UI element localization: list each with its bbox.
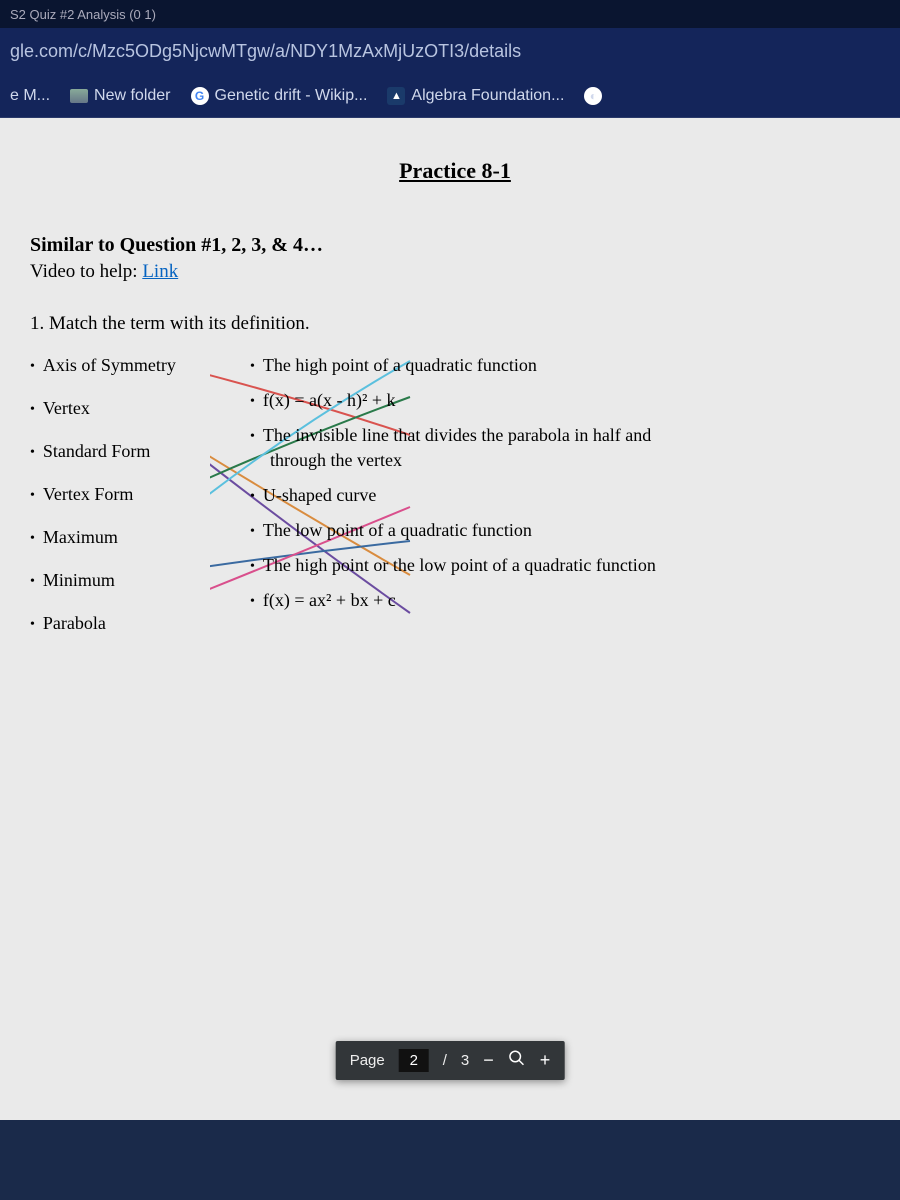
zoom-in-button[interactable]: + — [540, 1050, 551, 1071]
zoom-icon[interactable] — [508, 1049, 526, 1072]
khan-icon: ▲ — [387, 87, 405, 105]
bookmark-more[interactable]: ◐ — [584, 87, 602, 105]
bookmark-genetic-drift[interactable]: G Genetic drift - Wikip... — [191, 87, 368, 105]
video-help-line: Video to help: Link — [30, 261, 880, 283]
browser-tab-bar: S2 Quiz #2 Analysis (0 1) — [0, 0, 900, 28]
page-title: Practice 8-1 — [30, 158, 880, 184]
video-link[interactable]: Link — [142, 261, 178, 282]
document-viewer: Practice 8-1 Similar to Question #1, 2, … — [0, 118, 900, 1120]
question-text: 1. Match the term with its definition. — [30, 313, 880, 335]
term-parabola: •Parabola — [30, 613, 220, 634]
term-vertex: •Vertex — [30, 398, 220, 419]
term-vertex-form: •Vertex Form — [30, 484, 220, 505]
bullet-icon: • — [30, 445, 35, 461]
bullet-icon: • — [30, 574, 35, 590]
url-text: gle.com/c/Mzc5ODg5NjcwMTgw/a/NDY1MzAxMjU… — [10, 41, 521, 62]
term-maximum: •Maximum — [30, 527, 220, 548]
def-invisible-line: •The invisible line that divides the par… — [250, 425, 880, 446]
page-total: 3 — [461, 1052, 469, 1069]
bullet-icon: • — [30, 488, 35, 504]
def-through-vertex: through the vertex — [270, 450, 880, 471]
bullet-icon: • — [250, 489, 255, 505]
document-page: Practice 8-1 Similar to Question #1, 2, … — [0, 118, 900, 676]
bookmark-algebra[interactable]: ▲ Algebra Foundation... — [387, 87, 564, 105]
def-standard-form-eq: •f(x) = ax² + bx + c — [250, 590, 880, 611]
page-label: Page — [350, 1052, 385, 1069]
bookmark-label: Genetic drift - Wikip... — [215, 87, 368, 105]
def-low-point: •The low point of a quadratic function — [250, 520, 880, 541]
similar-heading: Similar to Question #1, 2, 3, & 4… — [30, 234, 880, 257]
def-high-or-low: •The high point or the low point of a qu… — [250, 555, 880, 576]
folder-icon — [70, 89, 88, 103]
bullet-icon: • — [30, 402, 35, 418]
def-vertex-form-eq: •f(x) = a(x - h)² + k — [250, 390, 880, 411]
bullet-icon: • — [250, 394, 255, 410]
circle-icon: ◐ — [584, 87, 602, 105]
bookmark-em[interactable]: e M... — [10, 87, 50, 105]
url-bar[interactable]: gle.com/c/Mzc5ODg5NjcwMTgw/a/NDY1MzAxMjU… — [0, 28, 900, 74]
term-axis-of-symmetry: •Axis of Symmetry — [30, 355, 220, 376]
page-sep: / — [443, 1052, 447, 1069]
bookmark-label: e M... — [10, 87, 50, 105]
bullet-icon: • — [30, 531, 35, 547]
bullet-icon: • — [30, 617, 35, 633]
def-high-point: •The high point of a quadratic function — [250, 355, 880, 376]
google-icon: G — [191, 87, 209, 105]
bullet-icon: • — [250, 594, 255, 610]
def-u-shaped: •U-shaped curve — [250, 485, 880, 506]
bullet-icon: • — [250, 524, 255, 540]
page-number-input[interactable] — [399, 1049, 429, 1072]
bookmark-label: Algebra Foundation... — [411, 87, 564, 105]
tab-title[interactable]: S2 Quiz #2 Analysis (0 1) — [10, 7, 156, 22]
definitions-column: •The high point of a quadratic function … — [250, 355, 880, 656]
bullet-icon: • — [250, 559, 255, 575]
bookmark-new-folder[interactable]: New folder — [70, 87, 170, 105]
bullet-icon: • — [30, 359, 35, 375]
bullet-icon: • — [250, 359, 255, 375]
terms-column: •Axis of Symmetry •Vertex •Standard Form… — [30, 355, 220, 656]
bookmark-label: New folder — [94, 87, 170, 105]
bullet-icon: • — [250, 429, 255, 445]
pdf-toolbar: Page / 3 − + — [336, 1041, 565, 1080]
video-prefix: Video to help: — [30, 261, 142, 282]
zoom-out-button[interactable]: − — [483, 1050, 494, 1071]
bookmarks-bar: e M... New folder G Genetic drift - Wiki… — [0, 74, 900, 118]
match-container: •Axis of Symmetry •Vertex •Standard Form… — [30, 355, 880, 656]
term-standard-form: •Standard Form — [30, 441, 220, 462]
term-minimum: •Minimum — [30, 570, 220, 591]
